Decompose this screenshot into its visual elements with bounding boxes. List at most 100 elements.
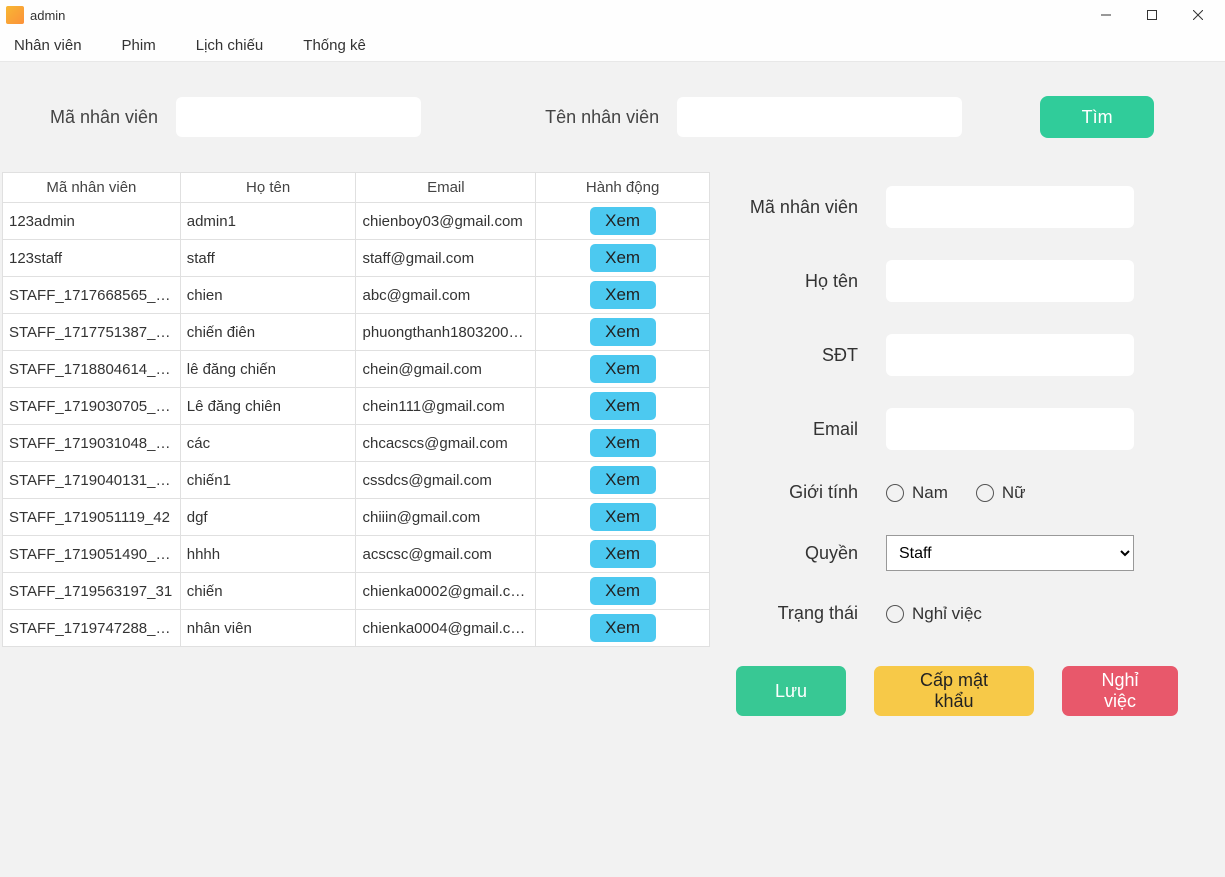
cell-email: chienboy03@gmail.com: [356, 203, 536, 240]
search-button[interactable]: Tìm: [1040, 96, 1154, 138]
cell-email: phuongthanh18032003...: [356, 314, 536, 351]
menubar: Nhân viên Phim Lịch chiếu Thống kê: [0, 30, 1225, 62]
view-button[interactable]: Xem: [590, 207, 656, 235]
table-row: STAFF_1719051119_42dgfchiiin@gmail.comXe…: [3, 499, 710, 536]
cell-action: Xem: [536, 314, 710, 351]
cell-name: Lê đăng chiên: [180, 388, 356, 425]
view-button[interactable]: Xem: [590, 614, 656, 642]
menu-phim[interactable]: Phim: [122, 37, 156, 54]
save-button[interactable]: Lưu: [736, 666, 846, 716]
view-button[interactable]: Xem: [590, 577, 656, 605]
cell-code: 123staff: [3, 240, 181, 277]
cell-name: chiến điên: [180, 314, 356, 351]
resign-button[interactable]: Nghỉ việc: [1062, 666, 1178, 716]
cell-email: cssdcs@gmail.com: [356, 462, 536, 499]
view-button[interactable]: Xem: [590, 503, 656, 531]
cell-email: chienka0002@gmail.com: [356, 573, 536, 610]
view-button[interactable]: Xem: [590, 244, 656, 272]
cell-code: STAFF_1717751387_626: [3, 314, 181, 351]
cell-code: STAFF_1718804614_027: [3, 351, 181, 388]
cell-email: staff@gmail.com: [356, 240, 536, 277]
maximize-button[interactable]: [1129, 0, 1175, 30]
input-email[interactable]: [886, 408, 1134, 450]
cell-action: Xem: [536, 388, 710, 425]
table-row: STAFF_1717751387_626chiến điênphuongthan…: [3, 314, 710, 351]
th-email: Email: [356, 173, 536, 203]
cell-code: STAFF_1719747288_938: [3, 610, 181, 647]
table-row: STAFF_1717668565_587chienabc@gmail.com Xe…: [3, 277, 710, 314]
label-gender: Giới tính: [736, 482, 886, 503]
cell-code: STAFF_1717668565_587: [3, 277, 181, 314]
label-name: Họ tên: [736, 271, 886, 292]
cell-code: STAFF_1719051490_917: [3, 536, 181, 573]
table-row: STAFF_1719030705_750Lê đăng chiênchein11…: [3, 388, 710, 425]
cell-action: Xem: [536, 240, 710, 277]
cell-name: hhhh: [180, 536, 356, 573]
cell-code: STAFF_1719051119_42: [3, 499, 181, 536]
radio-female[interactable]: Nữ: [976, 483, 1026, 503]
view-button[interactable]: Xem: [590, 281, 656, 309]
table-row: 123adminadmin1chienboy03@gmail.comXem: [3, 203, 710, 240]
th-action: Hành động: [536, 173, 710, 203]
close-button[interactable]: [1175, 0, 1221, 30]
cell-email: chiiin@gmail.com: [356, 499, 536, 536]
cell-action: Xem: [536, 203, 710, 240]
input-name[interactable]: [886, 260, 1134, 302]
view-button[interactable]: Xem: [590, 466, 656, 494]
cell-action: Xem: [536, 610, 710, 647]
search-code-input[interactable]: [176, 97, 421, 137]
radio-resigned-label: Nghỉ việc: [912, 604, 982, 624]
cell-email: chein111@gmail.com: [356, 388, 536, 425]
password-button[interactable]: Cấp mật khẩu: [874, 666, 1034, 716]
label-search-name: Tên nhân viên: [545, 107, 659, 128]
select-role[interactable]: Staff: [886, 535, 1134, 571]
table-row: STAFF_1719051490_917hhhhacscsc@gmail.com…: [3, 536, 710, 573]
radio-resigned[interactable]: Nghỉ việc: [886, 604, 982, 624]
radio-male-label: Nam: [912, 483, 948, 503]
search-panel: Mã nhân viên Tên nhân viên Tìm: [0, 62, 1225, 172]
cell-name: chien: [180, 277, 356, 314]
cell-email: acscsc@gmail.com: [356, 536, 536, 573]
th-name: Họ tên: [180, 173, 356, 203]
cell-action: Xem: [536, 536, 710, 573]
cell-name: chiến: [180, 573, 356, 610]
titlebar: admin: [0, 0, 1225, 30]
cell-code: STAFF_1719040131_181: [3, 462, 181, 499]
label-search-code: Mã nhân viên: [50, 107, 158, 128]
cell-action: Xem: [536, 351, 710, 388]
cell-name: lê đăng chiến: [180, 351, 356, 388]
menu-lich-chieu[interactable]: Lịch chiếu: [196, 37, 264, 54]
radio-male[interactable]: Nam: [886, 483, 948, 503]
input-phone[interactable]: [886, 334, 1134, 376]
cell-email: abc@gmail.com: [356, 277, 536, 314]
cell-email: chein@gmail.com: [356, 351, 536, 388]
table-row: STAFF_1719747288_938nhân viênchienka0004…: [3, 610, 710, 647]
cell-name: admin1: [180, 203, 356, 240]
table-row: STAFF_1719031048_781cácchcacscs@gmail.co…: [3, 425, 710, 462]
cell-action: Xem: [536, 499, 710, 536]
label-phone: SĐT: [736, 345, 886, 366]
radio-female-label: Nữ: [1002, 483, 1026, 503]
view-button[interactable]: Xem: [590, 355, 656, 383]
staff-table: Mã nhân viên Họ tên Email Hành động 123a…: [2, 172, 710, 647]
label-code: Mã nhân viên: [736, 197, 886, 218]
cell-email: chienka0004@gmail.com: [356, 610, 536, 647]
menu-thong-ke[interactable]: Thống kê: [303, 37, 366, 54]
radio-circle-icon: [886, 605, 904, 623]
cell-name: các: [180, 425, 356, 462]
minimize-button[interactable]: [1083, 0, 1129, 30]
input-code[interactable]: [886, 186, 1134, 228]
cell-name: staff: [180, 240, 356, 277]
label-email: Email: [736, 419, 886, 440]
view-button[interactable]: Xem: [590, 318, 656, 346]
cell-email: chcacscs@gmail.com: [356, 425, 536, 462]
view-button[interactable]: Xem: [590, 429, 656, 457]
view-button[interactable]: Xem: [590, 392, 656, 420]
cell-name: nhân viên: [180, 610, 356, 647]
search-name-input[interactable]: [677, 97, 962, 137]
menu-nhan-vien[interactable]: Nhân viên: [14, 37, 82, 54]
view-button[interactable]: Xem: [590, 540, 656, 568]
radio-circle-icon: [976, 484, 994, 502]
th-code: Mã nhân viên: [3, 173, 181, 203]
table-pane: Mã nhân viên Họ tên Email Hành động 123a…: [0, 172, 710, 877]
